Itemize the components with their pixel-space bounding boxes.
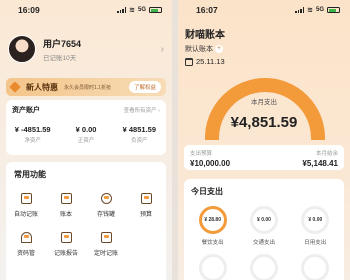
ledger-button[interactable]: 账本: [46, 193, 86, 218]
function-label: 自动记账: [13, 212, 38, 218]
spend-label: 餐饮支出: [201, 240, 224, 246]
status-bar: 16:09 ≋ 5G: [0, 0, 172, 20]
spend-label: 日用支出: [304, 240, 327, 246]
status-icons: ≋ 5G: [295, 6, 340, 14]
asset-code-button[interactable]: 资码管: [6, 232, 46, 257]
spend-ring: ¥ 0.00: [249, 206, 278, 234]
budget-card[interactable]: 支出预算 ¥10,000.00 本月结余 ¥5,148.41: [184, 145, 344, 170]
common-functions-card: 常用功能 自动记账 账本 存钱罐 预算 资码管 记账报告 定时记账: [6, 162, 166, 280]
battery-icon: [149, 7, 162, 13]
wifi-icon: ≋: [307, 7, 313, 14]
ledger-icon: [60, 193, 72, 204]
house-icon: [20, 232, 32, 243]
transport-spend[interactable]: ¥ 0.00 交通支出: [249, 206, 278, 246]
budget-icon: [140, 193, 152, 204]
monthly-spend-amount: ¥4,851.59: [230, 114, 298, 131]
record-report-button[interactable]: 记账报告: [46, 232, 86, 257]
calendar-icon: [185, 57, 193, 66]
app-title: 财喵账本: [185, 30, 225, 41]
profile-card[interactable]: 用户7654 已记账10天 ›: [8, 34, 164, 64]
positive-assets[interactable]: ¥ 0.00 正资产: [59, 125, 112, 144]
function-label: 定时记账: [93, 251, 118, 257]
spend-ring: ¥ 0.00: [301, 206, 330, 234]
learn-benefits-button[interactable]: 了解权益: [128, 81, 161, 93]
signal-icon: [117, 7, 127, 13]
report-icon: [60, 232, 72, 243]
today-spend-card: 今日支出 ¥ 28.80 餐饮支出 ¥ 0.00 交通支出 ¥ 0.00 日用支…: [184, 179, 344, 280]
spend-ring[interactable]: [198, 254, 227, 280]
user-name: 用户7654: [43, 38, 82, 49]
date-picker[interactable]: 25.11.13: [185, 57, 225, 66]
daily-spend[interactable]: ¥ 0.00 日用支出: [301, 206, 330, 246]
spend-label: 交通支出: [252, 240, 275, 246]
newcomer-banner[interactable]: 新人特惠 永久会员限时1.1折抢 了解权益: [6, 78, 166, 96]
monthly-spend-label: 本月支出: [251, 99, 277, 106]
calendar-icon: [100, 232, 112, 243]
budget-value: ¥10,000.00: [190, 159, 231, 168]
function-label: 记账报告: [53, 251, 78, 257]
ledger-selector[interactable]: 默认账本 +: [185, 44, 223, 54]
function-label: 存钱罐: [96, 212, 115, 218]
ledger-name: 默认账本: [185, 46, 213, 53]
function-label: 资码管: [16, 251, 35, 257]
status-bar: 16:07 ≋ 5G: [178, 0, 350, 20]
record-days: 已记账10天: [43, 54, 77, 62]
status-icons: ≋ 5G: [117, 6, 162, 14]
negative-assets[interactable]: ¥ 4851.59 负资产: [113, 125, 166, 144]
food-spend[interactable]: ¥ 28.80 餐饮支出: [198, 206, 227, 246]
battery-icon: [327, 7, 340, 13]
budget-label: 支出预算: [190, 151, 213, 157]
net-assets[interactable]: ¥ -4851.59 净资产: [6, 125, 59, 144]
assets-card: 资产账户 查看所有资产 › ¥ -4851.59 净资产 ¥ 0.00 正资产 …: [6, 100, 166, 155]
profile-screen: 16:09 ≋ 5G 用户7654 已记账10天 › 新人特惠 永久会员限时1.…: [0, 0, 172, 280]
asset-value: ¥ 4851.59: [122, 125, 156, 134]
status-time: 16:09: [18, 5, 40, 15]
signal-icon: [295, 7, 305, 13]
chevron-right-icon: ›: [160, 43, 164, 55]
function-label: 预算: [139, 212, 152, 218]
spend-ring: ¥ 28.80: [198, 206, 227, 234]
network-label: 5G: [315, 7, 324, 13]
asset-label: 负资产: [131, 138, 148, 144]
banner-title: 新人特惠: [26, 82, 58, 92]
spend-ring[interactable]: [301, 254, 330, 280]
asset-label: 正资产: [77, 138, 95, 144]
network-label: 5G: [137, 7, 146, 13]
add-ledger-icon[interactable]: +: [215, 45, 223, 53]
auto-record-button[interactable]: 自动记账: [6, 193, 46, 218]
banner-subtitle: 永久会员限时1.1折抢: [64, 84, 111, 91]
current-date: 25.11.13: [196, 57, 225, 66]
asset-label: 净资产: [24, 138, 41, 144]
avatar[interactable]: [8, 35, 36, 63]
piggy-bank-icon: [100, 193, 112, 204]
auto-record-icon: [20, 193, 32, 204]
piggy-bank-button[interactable]: 存钱罐: [86, 193, 126, 218]
function-label: 账本: [59, 212, 72, 218]
asset-value: ¥ -4851.59: [14, 125, 51, 134]
ledger-screen: 16:07 ≋ 5G 财喵账本 默认账本 + 25.11.13 本月支出 ¥4,…: [178, 0, 350, 280]
view-all-assets-link[interactable]: 查看所有资产 ›: [124, 106, 160, 114]
spend-ring[interactable]: [249, 254, 278, 280]
wifi-icon: ≋: [129, 7, 135, 14]
assets-title: 资产账户: [12, 107, 40, 114]
balance-label: 本月结余: [315, 151, 338, 157]
today-title: 今日支出: [191, 187, 223, 196]
scheduled-record-button[interactable]: 定时记账: [86, 232, 126, 257]
budget-button[interactable]: 预算: [126, 193, 166, 218]
diamond-icon: [9, 81, 21, 93]
functions-title: 常用功能: [14, 170, 46, 179]
balance-value: ¥5,148.41: [302, 159, 338, 168]
status-time: 16:07: [196, 5, 218, 15]
asset-value: ¥ 0.00: [75, 125, 97, 134]
